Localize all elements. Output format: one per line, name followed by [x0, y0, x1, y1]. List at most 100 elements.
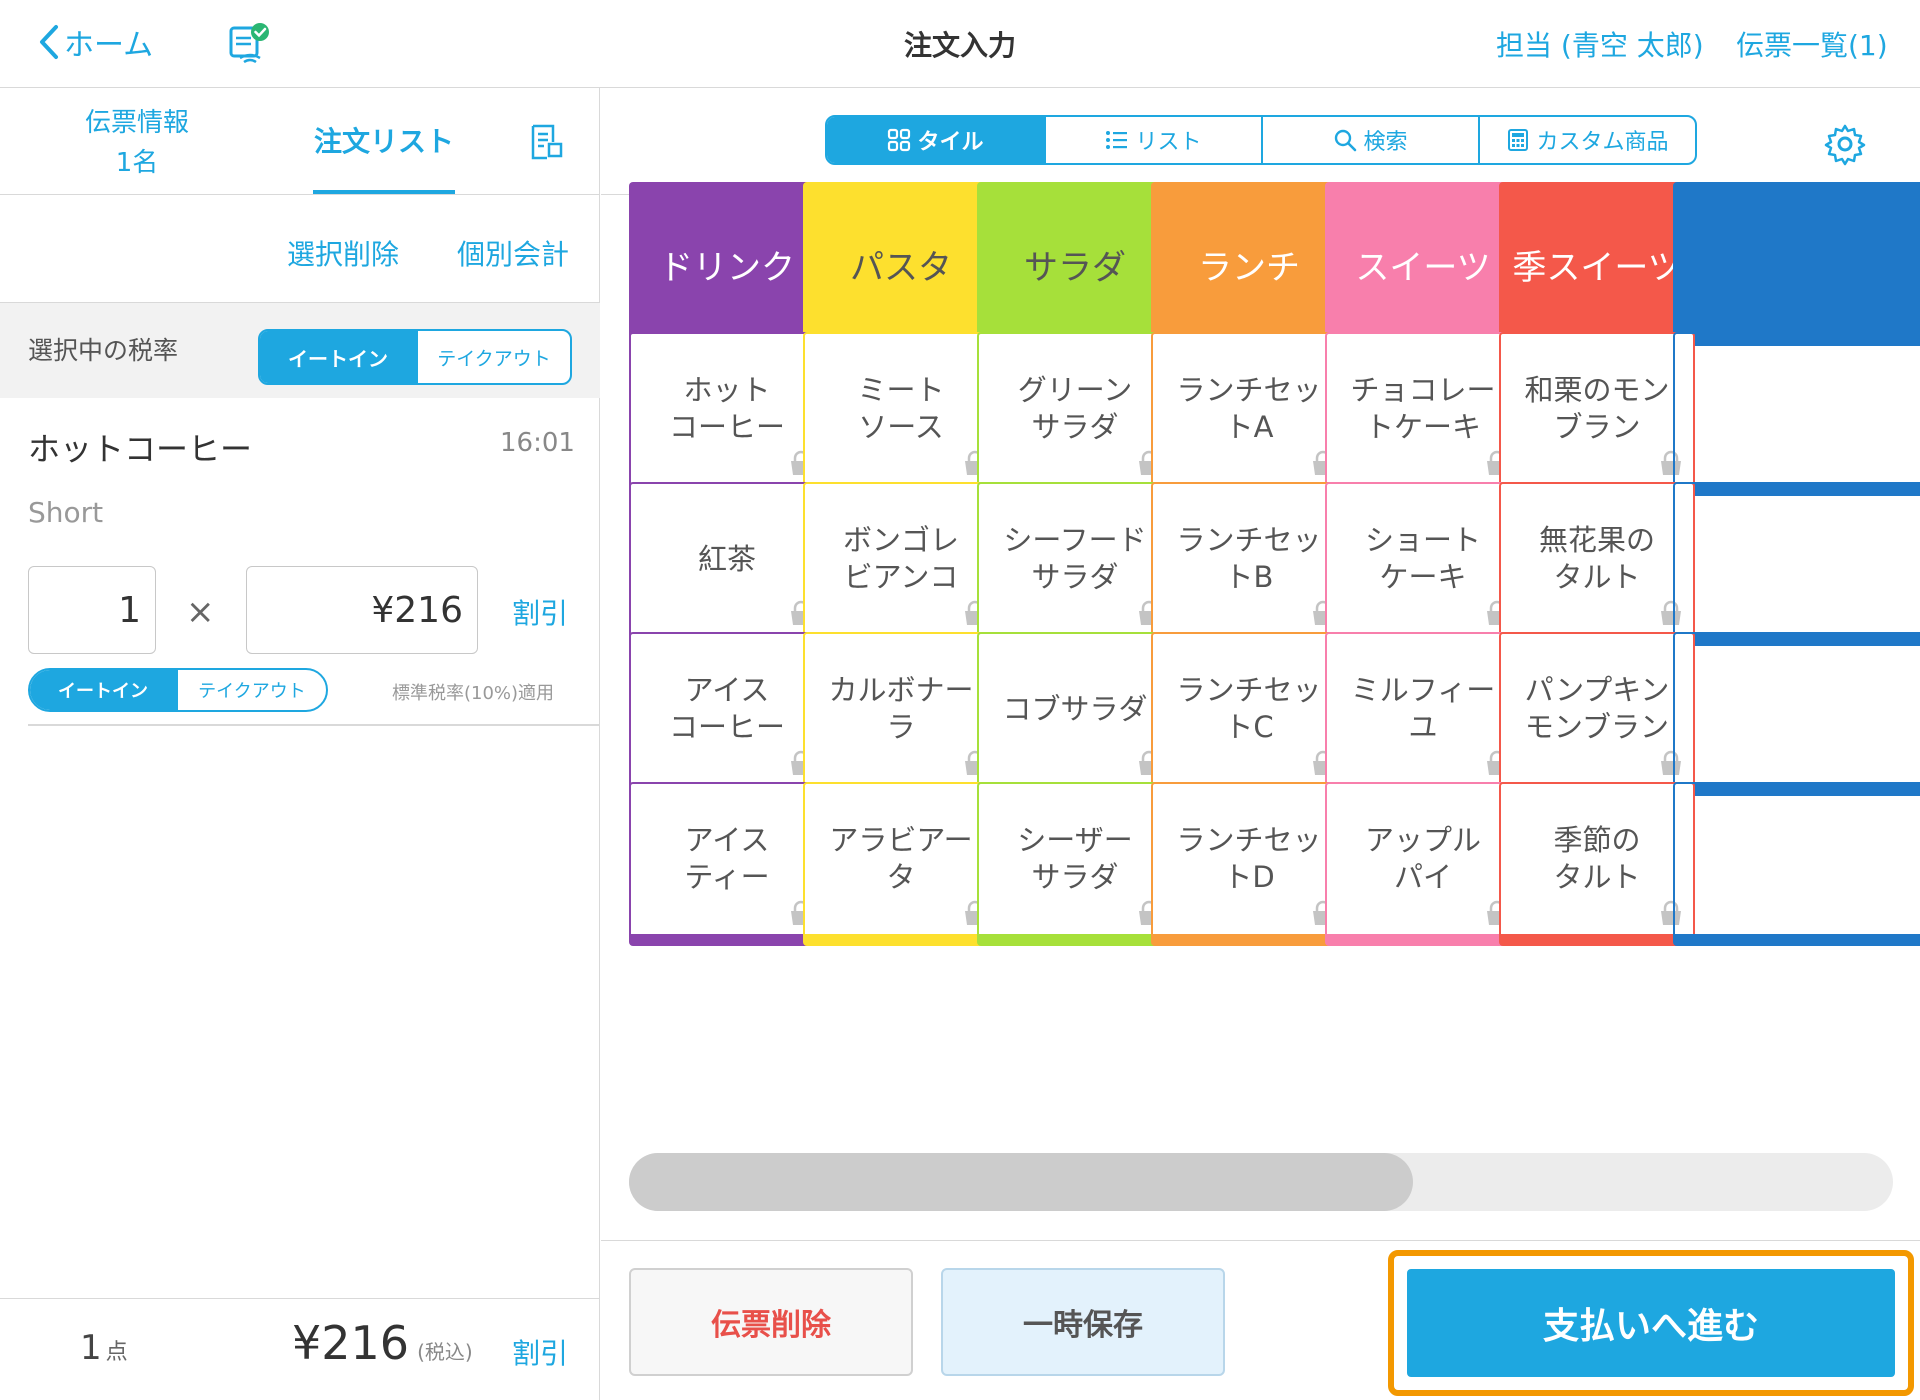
order-total-value: ¥216 — [292, 1316, 410, 1370]
top-bar: ホーム 注文入力 担当 (青空 太郎) 伝票一覧(1) — [0, 0, 1920, 88]
product-name: アップル パイ — [1364, 823, 1481, 894]
product-tile[interactable]: ショート ケーキ — [1325, 482, 1521, 646]
divider — [0, 1298, 600, 1299]
divider — [28, 724, 600, 726]
product-name: ホット コーヒー — [668, 373, 785, 444]
tax-rate-bar: 選択中の税率 イートイン テイクアウト — [0, 302, 600, 398]
product-name: パンプキン モンブラン — [1524, 673, 1670, 744]
guest-count: 1名 — [115, 148, 159, 178]
product-name: 紅茶 — [697, 541, 756, 576]
tax-eat-in-option[interactable]: イートイン — [260, 331, 416, 383]
product-tile[interactable]: ボンゴレ ビアンコ — [803, 482, 999, 646]
divider — [601, 1240, 1920, 1241]
product-name: ショート ケーキ — [1364, 523, 1481, 594]
category-tab-2[interactable]: パスタ — [803, 182, 999, 346]
product-tile-partial[interactable] — [1673, 332, 1920, 496]
order-total: ¥216 (税込) — [292, 1316, 473, 1370]
product-tile[interactable]: シーフード サラダ — [977, 482, 1173, 646]
item-takeout-option[interactable]: テイクアウト — [176, 670, 326, 710]
product-name: アイス ティー — [684, 823, 770, 894]
product-tile[interactable]: アップル パイ — [1325, 782, 1521, 946]
product-tile-partial[interactable] — [1673, 482, 1920, 646]
product-name: ランチセッ トC — [1176, 673, 1322, 744]
order-item-time: 16:01 — [500, 428, 575, 458]
product-name: 季節の タルト — [1553, 823, 1641, 894]
product-name: シーザー サラダ — [1017, 823, 1133, 894]
delete-selected-button[interactable]: 選択削除 — [287, 233, 399, 273]
category-tab-1[interactable]: ドリンク — [629, 182, 825, 346]
category-tab-6[interactable]: 季スイーツ — [1499, 182, 1695, 346]
product-tile[interactable]: ランチセッ トB — [1151, 482, 1347, 646]
order-list-panel: 伝票情報 1名 注文リスト 選択削除 個別会計 選択中の税率 イートイン テイク… — [0, 88, 600, 1400]
product-tile[interactable]: 無花果の タルト — [1499, 482, 1695, 646]
staff-button[interactable]: 担当 (青空 太郎) — [1496, 24, 1704, 64]
product-tile-partial[interactable] — [1673, 632, 1920, 796]
proceed-to-payment-button[interactable]: 支払いへ進む — [1407, 1269, 1895, 1377]
product-name: ミート ソース — [857, 373, 945, 444]
item-discount-button[interactable]: 割引 — [512, 592, 568, 632]
product-tile[interactable]: コブサラダ — [977, 632, 1173, 796]
category-tab-5[interactable]: スイーツ — [1325, 182, 1521, 346]
tax-rate-note: 標準税率(10%)適用 — [392, 683, 555, 704]
product-name: ボンゴレ ビアンコ — [842, 523, 959, 594]
product-name: ランチセッ トB — [1176, 523, 1322, 594]
multiply-symbol: × — [186, 592, 215, 632]
item-count: 1点 — [80, 1328, 128, 1368]
item-tax-toggle: イートイン テイクアウト — [28, 668, 328, 712]
product-name: グリーン サラダ — [1017, 373, 1133, 444]
product-tile[interactable]: ランチセッ トA — [1151, 332, 1347, 496]
tab-order-list[interactable]: 注文リスト — [312, 120, 456, 160]
order-item-option: Short — [28, 496, 104, 529]
split-payment-button[interactable]: 個別会計 — [457, 233, 569, 273]
item-count-value: 1 — [80, 1328, 102, 1368]
product-name: コブサラダ — [1002, 691, 1148, 726]
tax-included-label: (税込) — [417, 1340, 473, 1364]
quantity-input[interactable]: 1 — [28, 566, 156, 654]
product-name: カルボナー ラ — [828, 673, 974, 744]
tax-rate-toggle: イートイン テイクアウト — [258, 329, 572, 385]
category-tab-4[interactable]: ランチ — [1151, 182, 1347, 346]
product-name: アラビアー タ — [829, 823, 973, 894]
product-name: 無花果の タルト — [1538, 523, 1655, 594]
order-discount-button[interactable]: 割引 — [512, 1332, 568, 1372]
product-tile[interactable]: ホット コーヒー — [629, 332, 825, 496]
delete-slip-button[interactable]: 伝票削除 — [629, 1268, 913, 1376]
scrollbar-thumb[interactable] — [629, 1153, 1413, 1211]
receipt-icon[interactable] — [527, 122, 567, 162]
item-count-unit: 点 — [105, 1340, 128, 1365]
product-tile[interactable]: ランチセッ トC — [1151, 632, 1347, 796]
hold-button[interactable]: 一時保存 — [941, 1268, 1225, 1376]
product-tile[interactable]: アイス コーヒー — [629, 632, 825, 796]
product-tile[interactable]: アイス ティー — [629, 782, 825, 946]
slip-list-button[interactable]: 伝票一覧(1) — [1736, 24, 1888, 64]
price-input[interactable]: ¥216 — [246, 566, 478, 654]
product-tile[interactable]: ミルフィー ユ — [1325, 632, 1521, 796]
divider — [0, 194, 600, 195]
product-name: ランチセッ トA — [1176, 373, 1322, 444]
product-name: アイス コーヒー — [668, 673, 785, 744]
tab-slip-info[interactable]: 伝票情報 1名 — [70, 103, 204, 183]
tab-slip-info-label: 伝票情報 — [84, 108, 189, 138]
tax-rate-label: 選択中の税率 — [28, 336, 179, 365]
product-tile[interactable]: 紅茶 — [629, 482, 825, 646]
category-tab-partial[interactable] — [1673, 182, 1920, 346]
product-name: シーフード サラダ — [1003, 523, 1147, 594]
product-tile[interactable]: シーザー サラダ — [977, 782, 1173, 946]
product-tile[interactable]: カルボナー ラ — [803, 632, 999, 796]
product-tile[interactable]: グリーン サラダ — [977, 332, 1173, 496]
product-tile[interactable]: ミート ソース — [803, 332, 999, 496]
product-tile[interactable]: 和栗のモン ブラン — [1499, 332, 1695, 496]
order-item-name[interactable]: ホットコーヒー — [28, 424, 252, 470]
product-tile-partial[interactable] — [1673, 782, 1920, 946]
product-grid: ドリンク パスタ サラダ ランチ スイーツ 季スイーツホット コーヒー ミート ソース グリー… — [601, 88, 1920, 1148]
product-tile[interactable]: チョコレー トケーキ — [1325, 332, 1521, 496]
product-tile[interactable]: パンプキン モンブラン — [1499, 632, 1695, 796]
tax-takeout-option[interactable]: テイクアウト — [416, 331, 570, 383]
product-tile[interactable]: ランチセッ トD — [1151, 782, 1347, 946]
product-name: ランチセッ トD — [1176, 823, 1322, 894]
item-eat-in-option[interactable]: イートイン — [30, 670, 176, 710]
product-tile[interactable]: 季節の タルト — [1499, 782, 1695, 946]
product-tile[interactable]: アラビアー タ — [803, 782, 999, 946]
product-panel: タイル リスト 検索 カスタム商品 ドリンク パスタ サラダ ランチ スイーツ 季スイーツ… — [601, 88, 1920, 1400]
category-tab-3[interactable]: サラダ — [977, 182, 1173, 346]
